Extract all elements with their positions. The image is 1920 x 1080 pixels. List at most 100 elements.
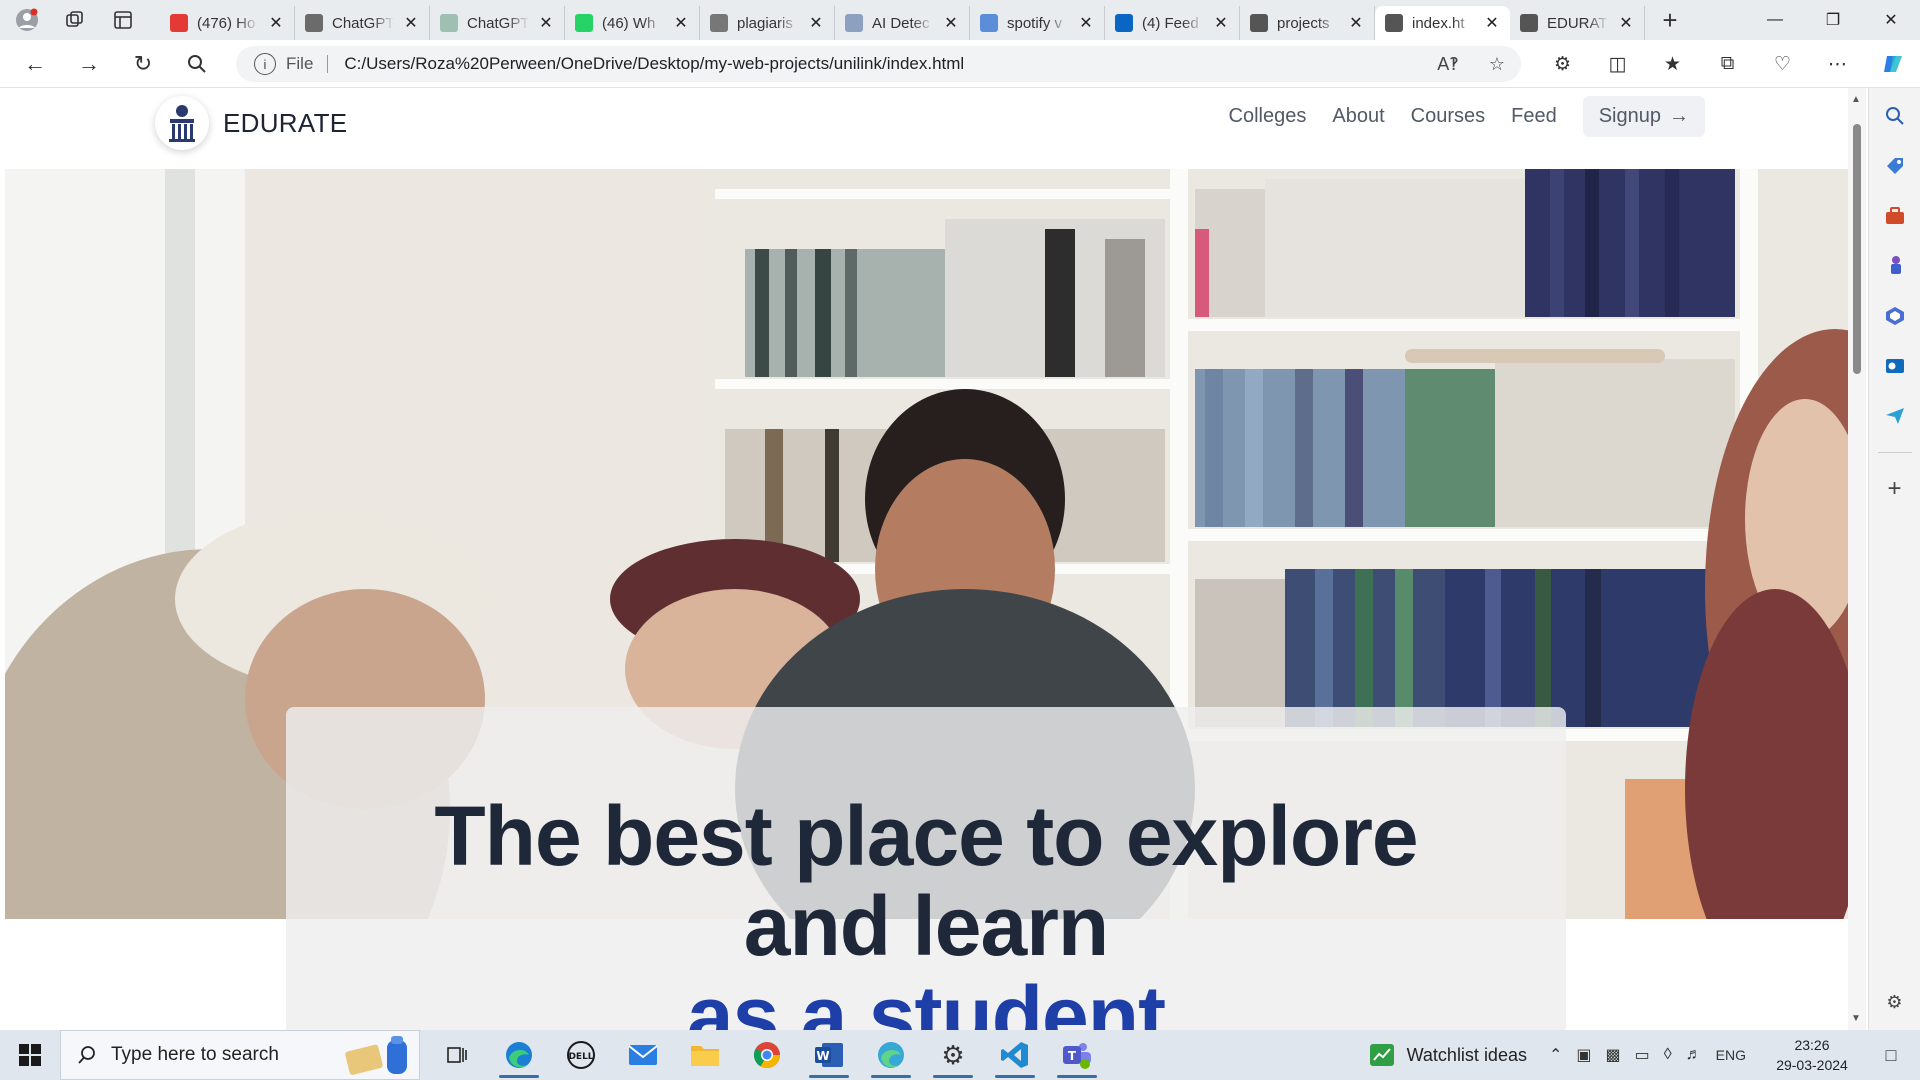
favorites-icon[interactable]: ★ [1645, 40, 1700, 88]
close-tab-icon[interactable]: ✕ [1618, 13, 1634, 33]
hero-title-line1: The best place to explore [434, 789, 1418, 883]
address-bar[interactable]: i File C:/Users/Roza%20Perween/OneDrive/… [236, 46, 1521, 82]
language-indicator[interactable]: ENG [1716, 1047, 1746, 1063]
microsoft-365-icon[interactable] [1881, 302, 1909, 330]
browser-tab[interactable]: ChatGPT ✕ [295, 6, 430, 40]
read-aloud-icon[interactable]: A‽ [1437, 54, 1459, 75]
word-icon[interactable]: W [798, 1030, 860, 1080]
site-info-icon[interactable]: i [254, 53, 276, 75]
tools-briefcase-icon[interactable] [1881, 202, 1909, 230]
browser-tab[interactable]: plagiaris ✕ [700, 6, 835, 40]
games-chess-icon[interactable] [1881, 252, 1909, 280]
browser-tab[interactable]: AI Detec ✕ [835, 6, 970, 40]
refresh-button[interactable]: ↻ [116, 40, 170, 88]
add-sidebar-app-icon[interactable]: + [1881, 475, 1909, 503]
vscode-icon[interactable] [984, 1030, 1046, 1080]
battery-icon[interactable]: ▭ [1635, 1045, 1650, 1065]
nav-link-courses[interactable]: Courses [1411, 105, 1485, 128]
site-brand[interactable]: EDURATE [155, 96, 347, 150]
browser-tab[interactable]: projects ✕ [1240, 6, 1375, 40]
browser-tab[interactable]: (46) Wh ✕ [565, 6, 700, 40]
mail-icon[interactable] [612, 1030, 674, 1080]
favorite-star-icon[interactable]: ☆ [1489, 54, 1505, 75]
stock-chart-icon [1369, 1044, 1394, 1066]
close-tab-icon[interactable]: ✕ [1078, 13, 1094, 33]
extensions-icon[interactable]: ⚙ [1535, 40, 1590, 88]
browser-tab[interactable]: EDURAT ✕ [1510, 6, 1645, 40]
restore-button[interactable]: ❐ [1804, 0, 1862, 40]
meet-now-icon[interactable]: ▣ [1576, 1045, 1591, 1065]
close-tab-icon[interactable]: ✕ [538, 13, 554, 33]
browser-tab[interactable]: (476) Ho ✕ [160, 6, 295, 40]
chrome-icon[interactable] [736, 1030, 798, 1080]
show-hidden-icons-chevron-icon[interactable]: ⌃ [1549, 1045, 1562, 1065]
tab-title: (46) Wh [602, 14, 656, 32]
nav-link-about[interactable]: About [1332, 105, 1384, 128]
close-tab-icon[interactable]: ✕ [268, 13, 284, 33]
scrollbar-thumb[interactable] [1853, 124, 1861, 374]
close-tab-icon[interactable]: ✕ [1348, 13, 1364, 33]
copilot-icon[interactable] [1865, 40, 1920, 88]
minimize-button[interactable]: — [1746, 0, 1804, 40]
start-button[interactable] [0, 1030, 60, 1080]
whatsapp-icon [575, 14, 593, 32]
browser-tab[interactable]: (4) Feed ✕ [1105, 6, 1240, 40]
url-text[interactable]: C:/Users/Roza%20Perween/OneDrive/Desktop… [344, 54, 964, 74]
browser-tab[interactable]: ChatGPT ✕ [430, 6, 565, 40]
back-button[interactable]: ← [8, 40, 62, 88]
browser-essentials-icon[interactable]: ♡ [1755, 40, 1810, 88]
youtube-icon [170, 14, 188, 32]
system-tray: Watchlist ideas ⌃ ▣ ▩ ▭ ◊ ♬ ENG 23:26 29… [1369, 1030, 1920, 1080]
close-tab-icon[interactable]: ✕ [673, 13, 689, 33]
edge-dev-icon[interactable] [860, 1030, 922, 1080]
sidebar-settings-icon[interactable]: ⚙ [1881, 988, 1909, 1016]
close-tab-icon[interactable]: ✕ [1484, 13, 1500, 33]
scheme-label: File [286, 55, 329, 73]
tab-actions-icon[interactable] [110, 7, 136, 33]
settings-more-icon[interactable]: ⋯ [1810, 40, 1865, 88]
close-tab-icon[interactable]: ✕ [1213, 13, 1229, 33]
brand-name: EDURATE [223, 107, 348, 138]
nav-link-feed[interactable]: Feed [1511, 105, 1557, 128]
notifications-icon[interactable]: □ [1862, 1030, 1920, 1080]
workspaces-icon[interactable] [62, 7, 88, 33]
display-icon[interactable]: ▩ [1606, 1045, 1621, 1065]
close-tab-icon[interactable]: ✕ [403, 13, 419, 33]
close-tab-icon[interactable]: ✕ [808, 13, 824, 33]
toolbar-right: ⚙ ◫ ★ ⧉ ♡ ⋯ [1535, 40, 1920, 88]
dell-icon[interactable]: DELL [550, 1030, 612, 1080]
profile-icon[interactable] [14, 7, 40, 33]
outlook-icon[interactable] [1881, 352, 1909, 380]
scroll-down-icon[interactable]: ▼ [1851, 1013, 1861, 1024]
collections-icon[interactable]: ⧉ [1700, 40, 1755, 88]
scroll-up-icon[interactable]: ▲ [1851, 94, 1861, 105]
close-window-button[interactable]: ✕ [1862, 0, 1920, 40]
search-icon[interactable] [170, 40, 224, 88]
browser-tab[interactable]: index.ht ✕ [1375, 6, 1510, 40]
taskbar-clock[interactable]: 23:26 29-03-2024 [1762, 1035, 1862, 1075]
windows-taskbar: Type here to search DELL W ⚙ T Watchlist… [0, 1030, 1920, 1080]
send-drop-icon[interactable] [1881, 402, 1909, 430]
globe-icon [845, 14, 863, 32]
teams-icon[interactable]: T [1046, 1030, 1108, 1080]
watchlist-widget[interactable]: Watchlist ideas [1369, 1043, 1527, 1067]
active-indicator [995, 1075, 1035, 1078]
sidebar-search-icon[interactable] [1881, 102, 1909, 130]
volume-icon[interactable]: ♬ [1686, 1046, 1702, 1064]
edge-taskbar-icon[interactable] [488, 1030, 550, 1080]
nav-link-colleges[interactable]: Colleges [1229, 105, 1307, 128]
task-view-icon[interactable] [426, 1030, 488, 1080]
taskbar-search-box[interactable]: Type here to search [60, 1030, 420, 1080]
close-tab-icon[interactable]: ✕ [943, 13, 959, 33]
forward-button[interactable]: → [62, 40, 116, 88]
shopping-tag-icon[interactable] [1881, 152, 1909, 180]
signup-button[interactable]: Signup → [1582, 96, 1705, 137]
tab-title: plagiaris [737, 14, 793, 32]
settings-gear-icon[interactable]: ⚙ [922, 1030, 984, 1080]
split-screen-icon[interactable]: ◫ [1590, 40, 1645, 88]
page-scrollbar[interactable]: ▲ ▼ [1848, 88, 1866, 1030]
file-explorer-icon[interactable] [674, 1030, 736, 1080]
wifi-icon[interactable]: ◊ [1664, 1046, 1672, 1064]
browser-tab[interactable]: spotify v ✕ [970, 6, 1105, 40]
new-tab-button[interactable]: + [1645, 0, 1695, 40]
